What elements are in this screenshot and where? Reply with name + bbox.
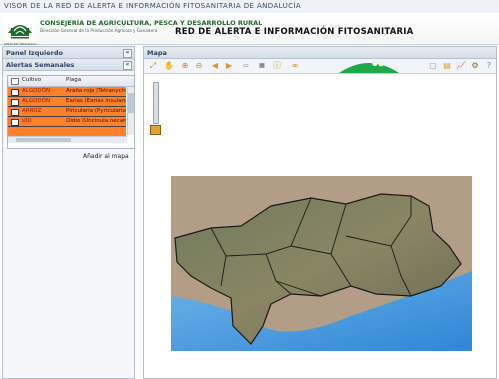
cell-cultivo: ALGODÓN — [22, 88, 51, 94]
map-overview-thumbnail — [339, 60, 399, 73]
andalucia-map[interactable] — [171, 176, 472, 351]
junta-andalucia-logo — [5, 15, 35, 41]
column-cultivo[interactable]: Cultivo — [22, 77, 41, 83]
layers-icon[interactable]: ▤ — [442, 61, 452, 71]
add-to-map-button[interactable]: Añadir al mapa — [83, 153, 129, 160]
red-alerta-title: RED DE ALERTA E INFORMACIÓN FITOSANITARI… — [175, 27, 414, 37]
select-all-checkbox[interactable] — [11, 78, 19, 85]
table-row[interactable]: ARROZ Piricularia (Pyricularia or... — [8, 107, 126, 117]
alertas-title: Alertas Semanales — [6, 61, 75, 69]
left-panel-title: Panel Izquierdo — [6, 49, 63, 57]
ruler-area-icon[interactable]: ▦ — [256, 61, 268, 71]
ruler-distance-icon[interactable]: ▭ — [240, 61, 252, 71]
table-row[interactable]: ALGODÓN Araña roja (Tetranychus... — [8, 87, 126, 97]
map-panel: Mapa ⤢ ✋ ⊕ ⊖ ◀ ▶ ▭ ▦ ⓘ ∞ ▢ ▤ 📈 ⚙ ? — [143, 46, 497, 379]
print-icon[interactable]: ▢ — [428, 61, 438, 71]
zoom-slider[interactable] — [153, 82, 159, 124]
cell-plaga: Oídio (Uncinula necator) — [66, 118, 126, 124]
row-checkbox[interactable] — [11, 99, 19, 106]
settings-icon[interactable]: ⚙ — [470, 61, 480, 71]
back-icon[interactable]: ◀ — [210, 61, 220, 71]
zoom-in-icon[interactable]: ⊕ — [180, 61, 190, 71]
site-header: JUNTA DE ANDALUCIA CONSEJERÍA DE AGRICUL… — [0, 13, 499, 46]
alertas-grid: Cultivo Plaga ALGODÓN Araña roja (Tetran… — [7, 75, 135, 149]
alertas-header: Alertas Semanales « — [3, 59, 134, 71]
row-checkbox[interactable] — [11, 109, 19, 116]
zoom-slider-handle[interactable] — [150, 125, 161, 135]
row-checkbox[interactable] — [11, 89, 19, 96]
cell-cultivo: ARROZ — [22, 108, 42, 114]
cell-cultivo: ALGODÓN — [22, 98, 51, 104]
left-panel-header: Panel Izquierdo « — [3, 47, 134, 59]
collapse-alertas-button[interactable]: « — [123, 61, 132, 70]
grid-header: Cultivo Plaga — [8, 76, 134, 87]
zoom-out-icon[interactable]: ⊖ — [194, 61, 204, 71]
map-panel-header: Mapa — [144, 47, 496, 59]
cell-plaga: Earias (Earias insulana) — [66, 98, 126, 104]
table-row[interactable]: ALGODÓN Earias (Earias insulana) — [8, 97, 126, 107]
cell-cultivo: VID — [22, 118, 32, 124]
row-checkbox[interactable] — [11, 119, 19, 126]
horizontal-scroll-thumb[interactable] — [16, 138, 71, 142]
consejeria-title: CONSEJERÍA DE AGRICULTURA, PESCA Y DESAR… — [40, 19, 263, 27]
window-title: VISOR DE LA RED DE ALERTA E INFORMACIÓN … — [0, 0, 499, 13]
direccion-subtitle: Dirección General de la Producción Agríc… — [40, 28, 158, 33]
zoom-extent-icon[interactable]: ⤢ — [148, 61, 158, 71]
cell-plaga: Araña roja (Tetranychus... — [66, 88, 126, 94]
cell-plaga: Piricularia (Pyricularia or... — [66, 108, 126, 114]
chart-icon[interactable]: 📈 — [456, 61, 466, 71]
help-icon[interactable]: ? — [484, 61, 494, 71]
grid-vertical-scrollbar[interactable] — [127, 87, 134, 135]
collapse-left-panel-button[interactable]: « — [123, 49, 132, 58]
left-panel: Panel Izquierdo « Alertas Semanales « Cu… — [2, 46, 135, 379]
vertical-scroll-thumb[interactable] — [128, 93, 134, 113]
column-plaga[interactable]: Plaga — [66, 77, 81, 83]
forward-icon[interactable]: ▶ — [224, 61, 234, 71]
pan-icon[interactable]: ✋ — [164, 61, 174, 71]
binoculars-icon[interactable]: ∞ — [290, 61, 300, 71]
table-row-partial[interactable] — [8, 127, 126, 136]
info-icon[interactable]: ⓘ — [272, 61, 282, 71]
grid-horizontal-scrollbar[interactable] — [8, 136, 127, 143]
table-row[interactable]: VID Oídio (Uncinula necator) — [8, 117, 126, 127]
map-toolbar: ⤢ ✋ ⊕ ⊖ ◀ ▶ ▭ ▦ ⓘ ∞ ▢ ▤ 📈 ⚙ ? — [144, 59, 496, 74]
